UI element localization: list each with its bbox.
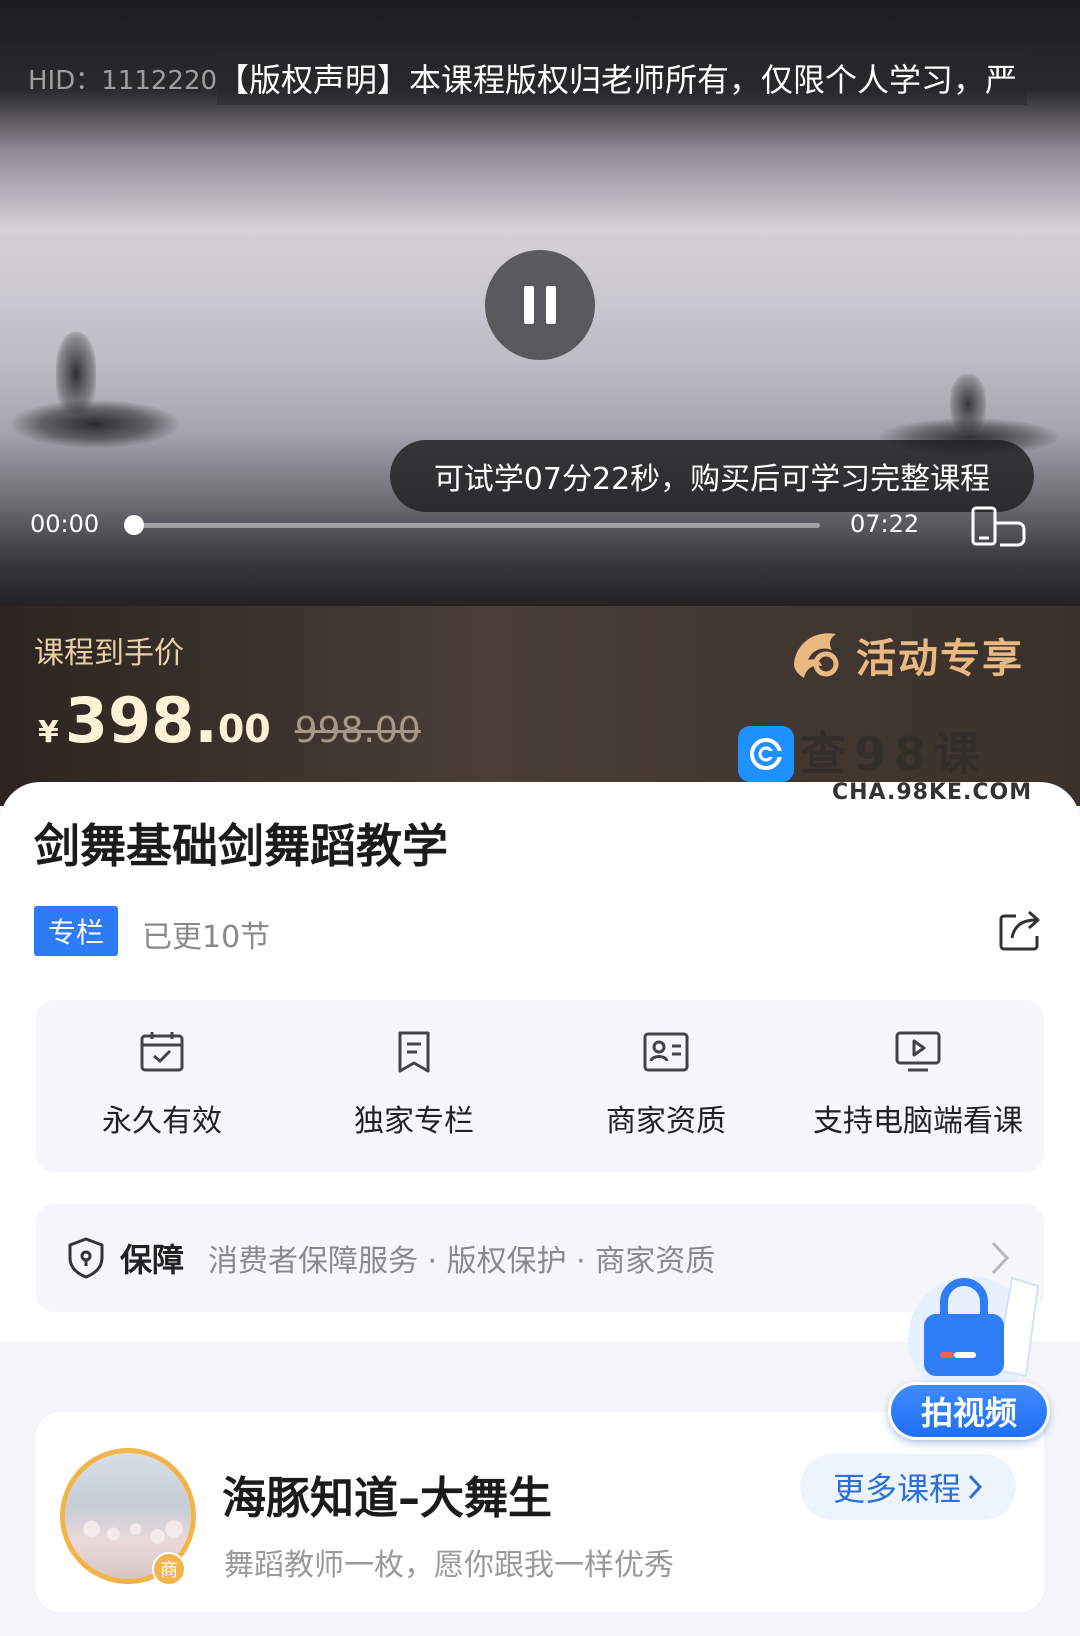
pause-button[interactable]: [485, 250, 595, 360]
promo-badge: 活动专享: [786, 624, 1024, 686]
feature-label: 永久有效: [102, 1104, 222, 1139]
teacher-card[interactable]: 商 海豚知道–大舞生 舞蹈教师一枚，愿你跟我一样优秀 更多课程: [36, 1412, 1044, 1612]
pause-icon: [524, 286, 534, 324]
update-count: 已更10节: [142, 920, 271, 955]
id-card-icon: [643, 1032, 689, 1072]
fullscreen-rotate-icon[interactable]: [970, 505, 1030, 549]
feature-label: 独家专栏: [354, 1104, 474, 1139]
price-integer: 398.: [64, 684, 218, 757]
merchant-badge: 商: [152, 1552, 186, 1586]
teacher-name: 海豚知道–大舞生: [222, 1473, 552, 1524]
pause-icon: [546, 286, 556, 324]
feature-item: 永久有效: [36, 1000, 288, 1172]
chevron-right-icon: [968, 1474, 983, 1500]
course-page: HID：1112220 【版权声明】本课程版权归老师所有，仅限个人学习，严 可试…: [0, 0, 1080, 1636]
watermark-logo-icon: [738, 726, 794, 782]
copyright-notice: 【版权声明】本课程版权归老师所有，仅限个人学习，严: [217, 51, 1028, 105]
original-price: 998.00: [294, 710, 421, 751]
feature-item: 独家专栏: [288, 1000, 540, 1172]
watermark-text: 查98课: [800, 727, 989, 781]
share-icon[interactable]: [996, 906, 1044, 954]
course-info-card: 剑舞基础剑舞蹈教学 专栏 已更10节 永久有效 独家专栏 商家资质 支持电脑端看…: [0, 782, 1080, 1342]
feature-item: 商家资质: [540, 1000, 792, 1172]
price-row: ¥ 398. 00 998.00: [38, 684, 421, 757]
camera-bag-icon: [908, 1276, 1040, 1396]
dolphin-logo-icon: [794, 633, 839, 678]
price-label: 课程到手价: [34, 636, 184, 671]
guarantee-title: 保障: [120, 1241, 185, 1279]
course-title: 剑舞基础剑舞蹈教学: [34, 819, 448, 873]
shoot-video-label: 拍视频: [888, 1382, 1050, 1440]
feature-label: 支持电脑端看课: [813, 1104, 1023, 1139]
duration-time: 07:22: [850, 510, 920, 538]
video-scenery: [10, 400, 180, 448]
trial-tip: 可试学07分22秒，购买后可学习完整课程: [390, 440, 1034, 512]
current-time: 00:00: [30, 510, 100, 538]
copyright-marquee: HID：1112220 【版权声明】本课程版权归老师所有，仅限个人学习，严: [0, 50, 1080, 106]
video-player[interactable]: HID：1112220 【版权声明】本课程版权归老师所有，仅限个人学习，严 可试…: [0, 0, 1080, 606]
shield-icon: [68, 1237, 104, 1279]
monitor-play-icon: [895, 1031, 941, 1072]
column-tag: 专栏: [34, 906, 118, 956]
calendar-check-icon: [140, 1032, 184, 1072]
price-decimal: 00: [217, 707, 271, 751]
video-hid: HID：1112220: [28, 65, 218, 96]
guarantee-desc: 消费者保障服务 · 版权保护 · 商家资质: [208, 1244, 716, 1279]
feature-label: 商家资质: [606, 1104, 726, 1139]
progress-bar[interactable]: [124, 515, 820, 535]
watermark-url: CHA.98KE.COM: [832, 780, 1033, 805]
feature-list: 永久有效 独家专栏 商家资质 支持电脑端看课: [36, 1000, 1044, 1172]
more-courses-label: 更多课程: [832, 1470, 961, 1508]
shoot-video-button[interactable]: 拍视频: [884, 1266, 1054, 1442]
feature-item: 支持电脑端看课: [792, 1000, 1044, 1172]
promo-text: 活动专享: [856, 636, 1024, 682]
more-courses-button[interactable]: 更多课程: [800, 1454, 1016, 1520]
bookmark-icon: [398, 1031, 430, 1073]
progress-thumb[interactable]: [124, 515, 144, 535]
price-currency: ¥: [38, 715, 59, 750]
teacher-bio: 舞蹈教师一枚，愿你跟我一样优秀: [224, 1548, 674, 1583]
